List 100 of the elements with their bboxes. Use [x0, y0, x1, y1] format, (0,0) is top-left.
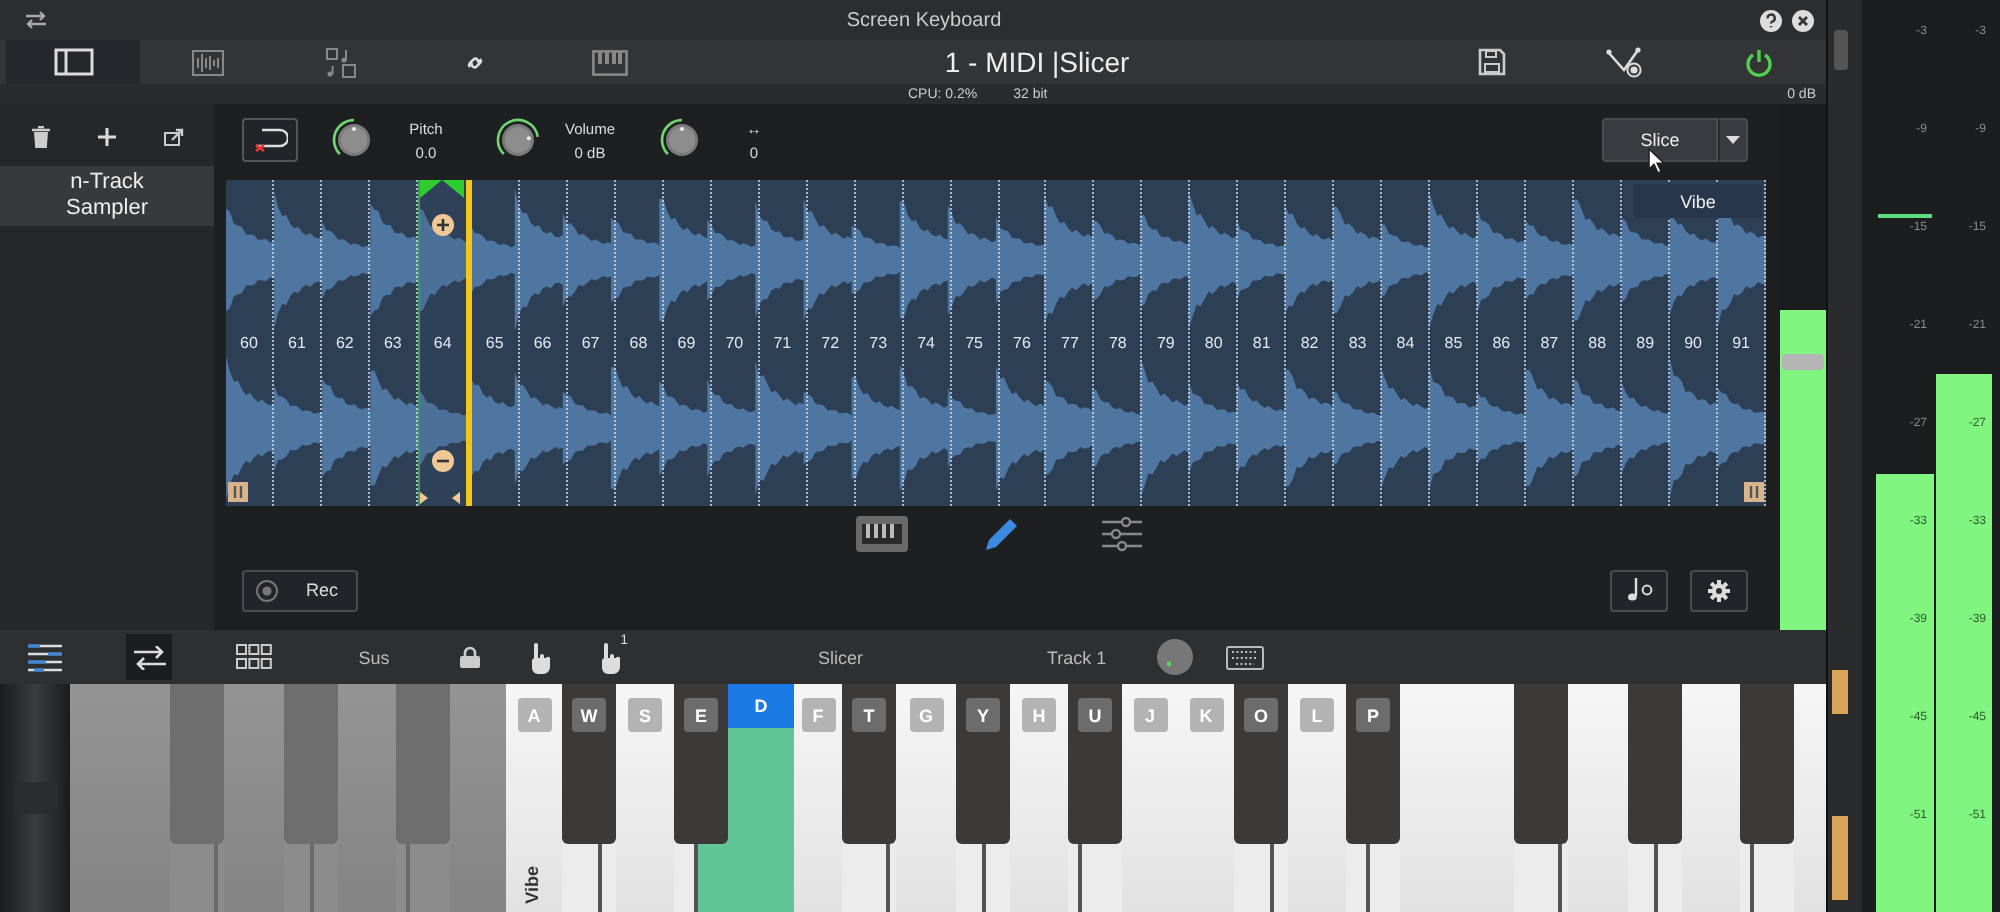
slice-number: 78 — [1108, 334, 1127, 352]
slice-number: 89 — [1636, 334, 1655, 352]
toolbar-tab[interactable] — [6, 40, 140, 84]
swap-arrows-icon — [133, 645, 165, 669]
sharp-key[interactable]: O — [1234, 684, 1288, 844]
key-label: L — [1300, 698, 1334, 732]
slice-region[interactable]: 67 — [567, 180, 616, 506]
slice-region[interactable]: 78 — [1094, 180, 1143, 506]
slice-region[interactable]: 70 — [711, 180, 760, 506]
swap-icon[interactable] — [24, 10, 48, 30]
slice-region[interactable]: 76 — [999, 180, 1047, 506]
key-label: J — [1133, 698, 1167, 732]
scrollbar[interactable] — [1826, 0, 1862, 912]
slice-region[interactable]: 85 — [1430, 180, 1479, 506]
slice-number: 60 — [240, 334, 258, 352]
slice-number: 66 — [533, 334, 552, 352]
velocity-knob-icon[interactable] — [1156, 638, 1195, 676]
slice-region[interactable]: 62 — [321, 180, 370, 506]
node-graph-icon — [1605, 46, 1645, 78]
key-label: T — [852, 698, 886, 732]
slice-number: 80 — [1204, 334, 1223, 352]
single-touch-button[interactable]: 1 — [590, 634, 630, 680]
range-handle-icon[interactable] — [228, 482, 248, 502]
slice-region[interactable]: 86 — [1478, 180, 1527, 506]
key-label: E — [684, 698, 718, 732]
slice-region[interactable]: 88 — [1574, 180, 1623, 506]
record-button[interactable]: Rec — [242, 569, 358, 611]
power-icon — [1744, 47, 1774, 77]
sliders-icon — [1102, 515, 1142, 551]
track-name: Track 1 — [1047, 647, 1107, 667]
sharp-key[interactable]: T — [842, 684, 896, 844]
key-label: W — [572, 698, 606, 732]
slice-number: 76 — [1013, 334, 1031, 352]
sharp-key[interactable]: W — [562, 684, 616, 844]
slice-region[interactable]: 80 — [1190, 180, 1239, 506]
touch-count: 1 — [620, 634, 628, 648]
slice-region[interactable]: 77 — [1046, 180, 1095, 506]
loop-icon — [252, 128, 288, 152]
sharp-key[interactable]: Y — [956, 684, 1010, 844]
slice-region[interactable]: 74 — [903, 180, 952, 506]
note-settings-button[interactable] — [1610, 569, 1668, 611]
key-label: S — [628, 698, 662, 732]
slice-number: 85 — [1444, 334, 1463, 352]
key-label: D — [728, 684, 794, 728]
slice-region[interactable]: 66 — [519, 180, 568, 506]
slice-region[interactable]: 61 — [273, 180, 322, 506]
slice-number: 67 — [581, 334, 600, 352]
plus-circle-icon[interactable] — [431, 214, 454, 236]
settings-button[interactable] — [1690, 569, 1748, 611]
natural-key[interactable]: A Vibe — [506, 684, 562, 912]
waveform-display[interactable]: 60 61 62 63 64 65 66 67 68 69 70 71 72 73 74 75 76 77 78 79 80 81 82 83 84 85 86 87 88 89 90 91 Vibe — [226, 180, 1766, 506]
track-marker — [1832, 670, 1848, 714]
loop-button[interactable] — [242, 118, 298, 162]
mode-tab[interactable] — [855, 513, 909, 553]
minus-circle-icon[interactable] — [431, 450, 454, 472]
slice-region[interactable]: 71 — [759, 180, 808, 506]
slice-region[interactable]: 72 — [807, 180, 856, 506]
slice-number: 65 — [485, 334, 504, 352]
slice-number: 91 — [1732, 334, 1750, 352]
range-handle-icon[interactable] — [1744, 482, 1764, 502]
lock-icon — [460, 646, 480, 668]
sharp-key[interactable]: E — [674, 684, 728, 844]
key-label: A — [517, 698, 551, 732]
swap-button[interactable] — [126, 634, 172, 680]
slice-region[interactable]: 84 — [1382, 180, 1431, 506]
slice-region[interactable]: 83 — [1334, 180, 1383, 506]
slice-region[interactable]: 82 — [1286, 180, 1335, 506]
slice-region[interactable]: 63 — [369, 180, 418, 506]
help-icon[interactable] — [1760, 9, 1782, 31]
slice-region[interactable]: 65 — [471, 180, 520, 506]
sustain-button[interactable]: Sus — [344, 634, 404, 680]
slice-region[interactable]: 81 — [1238, 180, 1287, 506]
slice-number: 64 — [433, 334, 452, 352]
scroll-thumb[interactable] — [13, 782, 57, 814]
slice-region[interactable]: 68 — [615, 180, 664, 506]
trash-icon — [32, 125, 50, 147]
grid-icon — [236, 644, 272, 670]
slice-region[interactable]: 79 — [1142, 180, 1191, 506]
slice-number: 84 — [1396, 334, 1415, 352]
sidebar-item[interactable]: n-Track Sampler — [0, 166, 214, 226]
key-label: P — [1356, 698, 1390, 732]
slice-region[interactable]: 73 — [855, 180, 904, 506]
slice-region[interactable]: 69 — [663, 180, 712, 506]
slice-region[interactable]: 64 — [417, 180, 472, 506]
close-icon[interactable] — [1792, 9, 1814, 31]
slice-number: 79 — [1156, 334, 1175, 352]
natural-key[interactable]: D — [728, 684, 794, 912]
slice-region[interactable]: 75 — [951, 180, 999, 506]
sharp-key[interactable]: U — [1068, 684, 1122, 844]
hand-pointer-icon — [599, 641, 621, 673]
scroll-thumb[interactable] — [1834, 30, 1848, 70]
keyboard-icon[interactable] — [1226, 645, 1265, 669]
slice-button[interactable]: Slice — [1602, 118, 1718, 162]
plus-icon — [98, 127, 116, 145]
slice-region[interactable]: 87 — [1526, 180, 1575, 506]
zone-label: Vibe — [522, 866, 542, 904]
slice-number: 72 — [821, 334, 840, 352]
sharp-key[interactable]: P — [1346, 684, 1400, 844]
slice-number: 62 — [335, 334, 354, 352]
dropdown-button[interactable] — [1718, 118, 1748, 162]
